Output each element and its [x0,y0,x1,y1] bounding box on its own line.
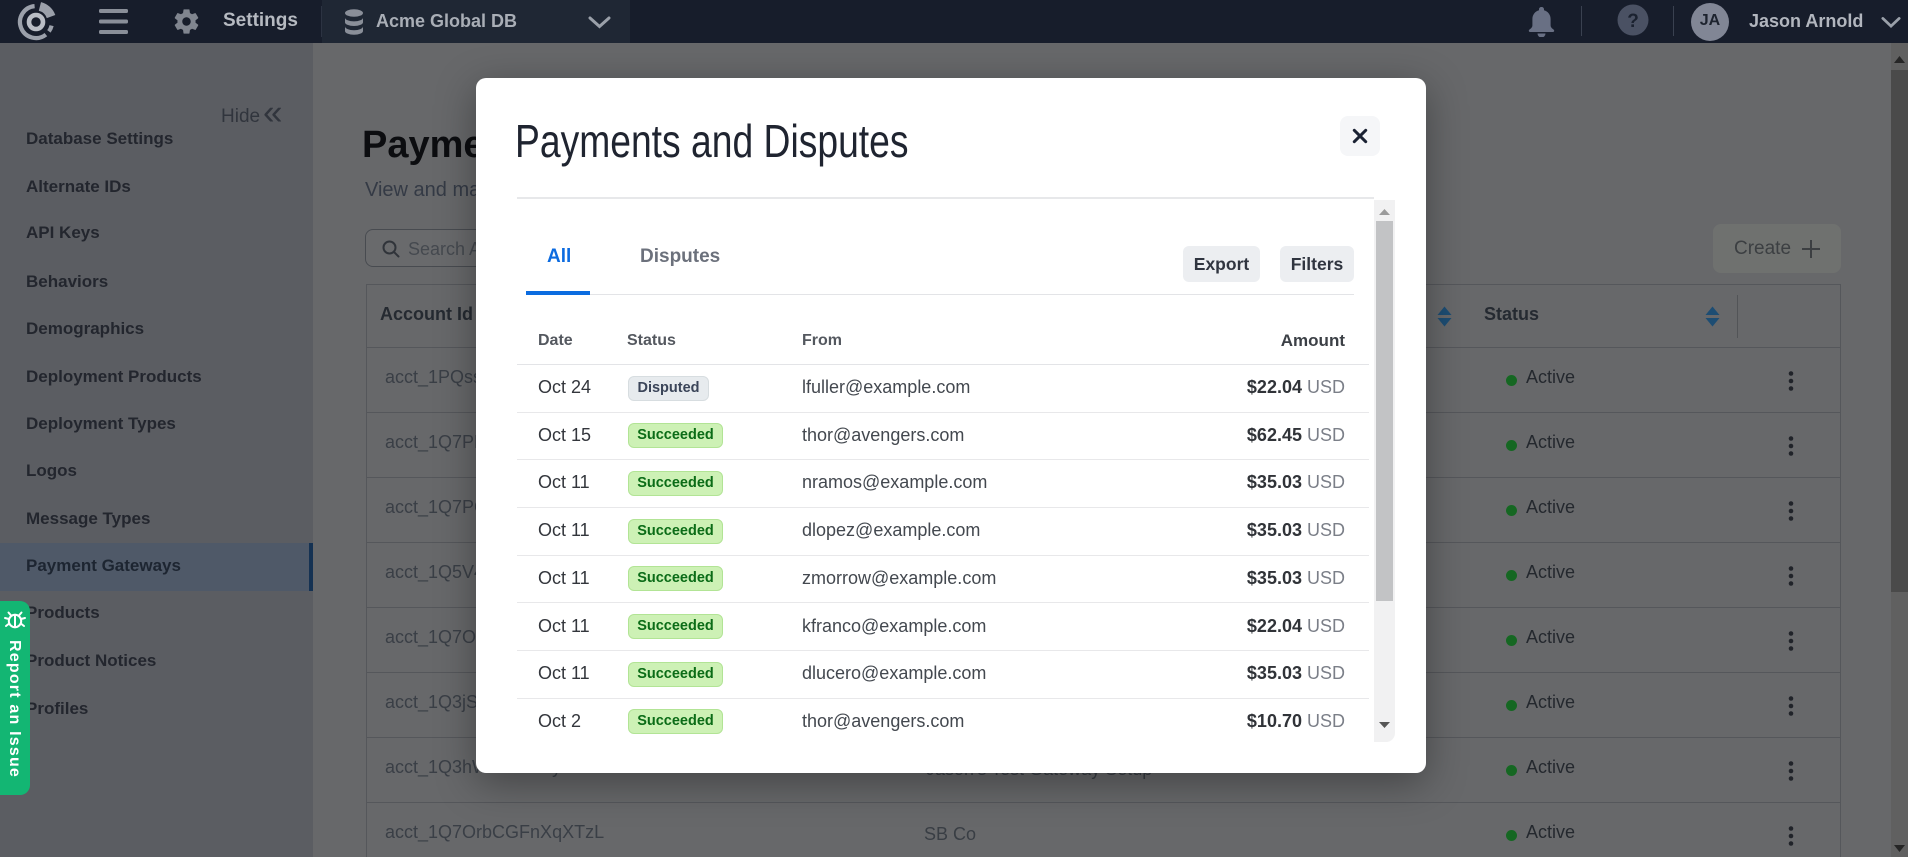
svg-text:?: ? [1627,11,1639,32]
